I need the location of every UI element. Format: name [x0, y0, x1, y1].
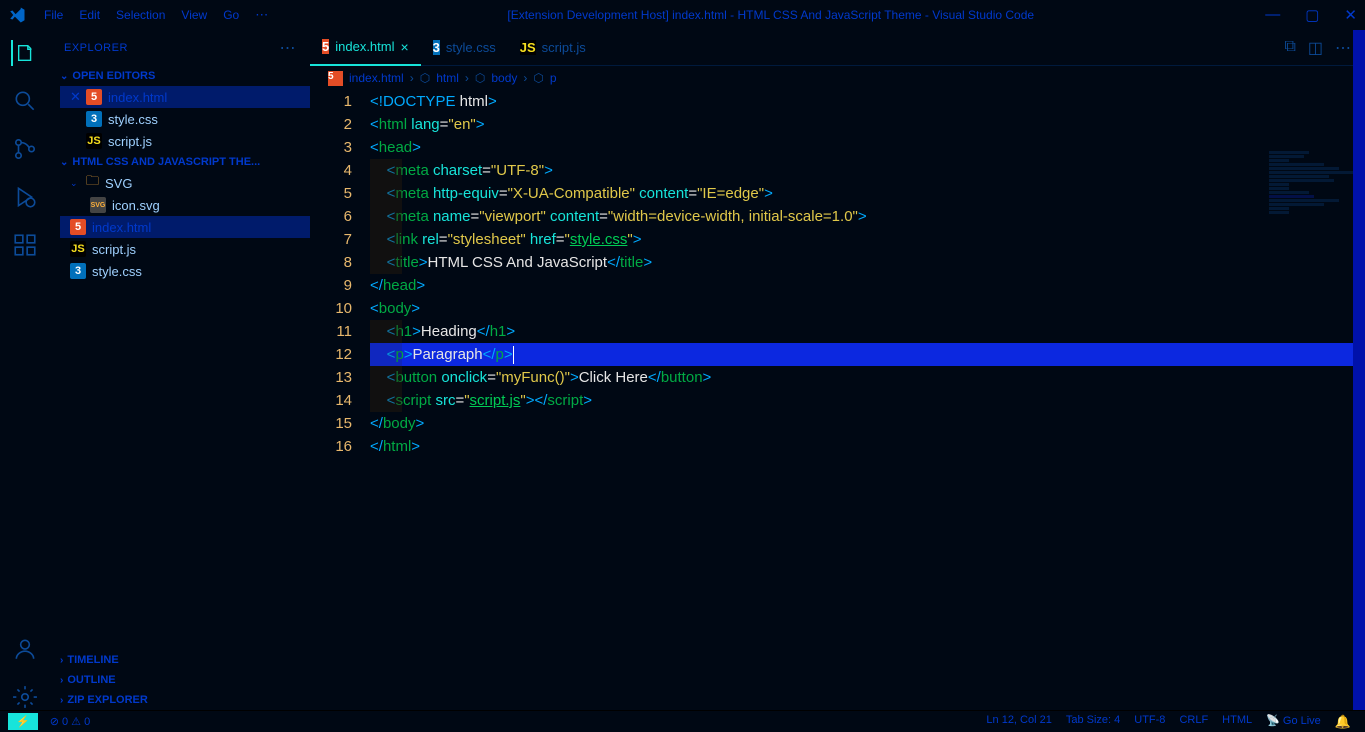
more-actions-icon[interactable]: ⋯: [1335, 38, 1351, 58]
status-eol[interactable]: CRLF: [1179, 714, 1208, 730]
window-controls: — ▢ ✕: [1265, 6, 1357, 24]
activity-bar: [0, 30, 50, 710]
tab-script[interactable]: JSscript.js: [508, 30, 598, 66]
symbol-icon: ⬡: [533, 71, 543, 85]
open-editor-index[interactable]: ✕5index.html: [60, 86, 310, 108]
breadcrumb-p[interactable]: p: [550, 71, 557, 85]
menu-edit[interactable]: Edit: [71, 4, 108, 26]
sidebar-header: EXPLORER ⋯: [50, 30, 310, 66]
minimize-icon[interactable]: —: [1265, 6, 1280, 24]
status-encoding[interactable]: UTF-8: [1134, 714, 1165, 730]
tab-bar: 5index.html× 3style.css JSscript.js ⧉ ◫ …: [310, 30, 1365, 66]
account-icon[interactable]: [12, 636, 38, 662]
close-icon[interactable]: ✕: [1344, 6, 1357, 24]
section-open-editors[interactable]: ⌄OPEN EDITORS: [50, 66, 310, 86]
section-outline[interactable]: ›OUTLINE: [50, 670, 310, 690]
open-editor-script[interactable]: JSscript.js: [60, 130, 310, 152]
sidebar-bottom: ›TIMELINE ›OUTLINE ›ZIP EXPLORER: [50, 650, 310, 710]
folder-icon: 🗀: [86, 172, 99, 194]
status-language[interactable]: HTML: [1222, 714, 1252, 730]
file-index[interactable]: 5index.html: [60, 216, 310, 238]
tab-close-icon[interactable]: ×: [400, 39, 408, 55]
html-file-icon: 5: [322, 39, 329, 54]
maximize-icon[interactable]: ▢: [1305, 6, 1319, 24]
folder-svg[interactable]: ⌄🗀SVG: [60, 172, 310, 194]
search-icon[interactable]: [12, 88, 38, 114]
code-content[interactable]: <!DOCTYPE html> <html lang="en"> <head> …: [370, 90, 1365, 710]
chevron-down-icon: ⌄: [70, 178, 80, 189]
titlebar: File Edit Selection View Go ⋯ [Extension…: [0, 0, 1365, 30]
breadcrumb[interactable]: 5 index.html› ⬡html› ⬡body› ⬡p: [310, 66, 1365, 90]
cursor: [513, 346, 514, 364]
section-zip[interactable]: ›ZIP EXPLORER: [50, 690, 310, 710]
open-editors-tree: ✕5index.html 3style.css JSscript.js: [50, 86, 310, 152]
tab-index[interactable]: 5index.html×: [310, 30, 421, 66]
source-control-icon[interactable]: [12, 136, 38, 162]
symbol-icon: ⬡: [420, 71, 430, 85]
sidebar-title: EXPLORER: [64, 42, 128, 54]
css-file-icon: 3: [86, 111, 102, 127]
breadcrumb-html[interactable]: html: [436, 71, 459, 85]
chevron-down-icon: ⌄: [60, 71, 68, 82]
status-go-live[interactable]: 📡 Go Live: [1266, 714, 1321, 730]
file-icon-svg[interactable]: SVGicon.svg: [60, 194, 310, 216]
split-editor-icon[interactable]: ◫: [1308, 38, 1323, 58]
symbol-icon: ⬡: [475, 71, 485, 85]
status-line-col[interactable]: Ln 12, Col 21: [986, 714, 1051, 730]
settings-gear-icon[interactable]: [12, 684, 38, 710]
css-file-icon: 3: [433, 40, 440, 55]
chevron-right-icon: ›: [60, 675, 63, 686]
status-tab-size[interactable]: Tab Size: 4: [1066, 714, 1120, 730]
section-project[interactable]: ⌄HTML CSS AND JAVASCRIPT THE...: [50, 152, 310, 172]
tab-style[interactable]: 3style.css: [421, 30, 508, 66]
line-gutter: 12345678910111213141516: [310, 90, 370, 710]
html-file-icon: 5: [70, 219, 86, 235]
js-file-icon: JS: [520, 40, 536, 55]
remote-indicator[interactable]: ⚡: [8, 713, 38, 730]
menu-more-icon[interactable]: ⋯: [247, 3, 276, 27]
breadcrumb-body[interactable]: body: [491, 71, 517, 85]
sidebar-more-icon[interactable]: ⋯: [280, 38, 297, 58]
run-debug-icon[interactable]: [12, 184, 38, 210]
html-file-icon: 5: [86, 89, 102, 105]
window-title: [Extension Development Host] index.html …: [276, 8, 1265, 22]
compare-icon[interactable]: ⧉: [1284, 38, 1295, 58]
extensions-icon[interactable]: [12, 232, 38, 258]
menu-selection[interactable]: Selection: [108, 4, 173, 26]
sidebar: EXPLORER ⋯ ⌄OPEN EDITORS ✕5index.html 3s…: [50, 30, 310, 710]
js-file-icon: JS: [86, 133, 102, 149]
status-bar: ⚡ ⊘ 0 ⚠ 0 Ln 12, Col 21 Tab Size: 4 UTF-…: [0, 710, 1365, 732]
file-script[interactable]: JSscript.js: [60, 238, 310, 260]
project-tree: ⌄ 🗀 SVG SVGicon.svg 5index.html JSscript.j…: [50, 172, 310, 282]
js-file-icon: JS: [70, 241, 86, 257]
section-timeline[interactable]: ›TIMELINE: [50, 650, 310, 670]
vscode-logo-icon: [8, 6, 26, 24]
notifications-icon[interactable]: 🔔: [1335, 714, 1351, 730]
chevron-right-icon: ›: [60, 695, 63, 706]
css-file-icon: 3: [70, 263, 86, 279]
file-style[interactable]: 3style.css: [60, 260, 310, 282]
breadcrumb-file[interactable]: index.html: [349, 71, 404, 85]
scrollbar[interactable]: [1353, 30, 1365, 710]
chevron-right-icon: ›: [60, 655, 63, 666]
explorer-icon[interactable]: [11, 40, 37, 66]
status-errors[interactable]: ⊘ 0 ⚠ 0: [50, 715, 91, 728]
html-file-icon: 5: [328, 71, 343, 86]
menu-go[interactable]: Go: [215, 4, 247, 26]
code-editor[interactable]: 12345678910111213141516 <!DOCTYPE html> …: [310, 90, 1365, 710]
open-editor-style[interactable]: 3style.css: [60, 108, 310, 130]
editor-area: 5index.html× 3style.css JSscript.js ⧉ ◫ …: [310, 30, 1365, 710]
menu-view[interactable]: View: [173, 4, 215, 26]
main-area: EXPLORER ⋯ ⌄OPEN EDITORS ✕5index.html 3s…: [0, 30, 1365, 710]
svg-file-icon: SVG: [90, 197, 106, 213]
chevron-down-icon: ⌄: [60, 157, 68, 168]
menu-file[interactable]: File: [36, 4, 71, 26]
